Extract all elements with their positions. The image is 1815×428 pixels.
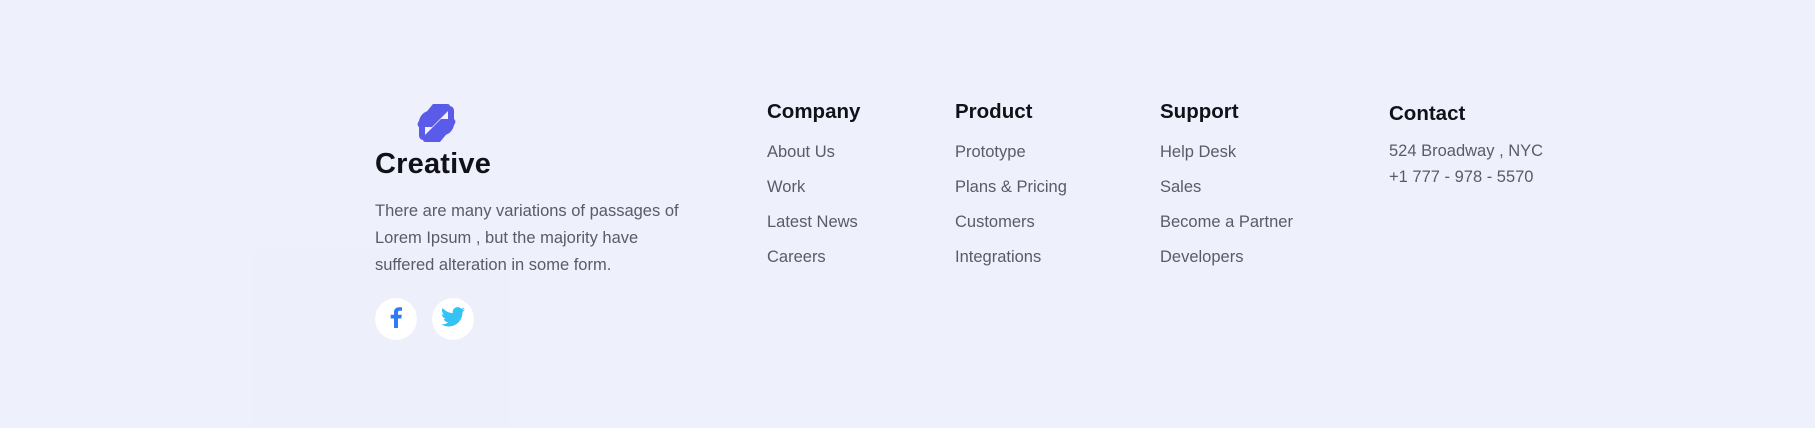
support-link-help-desk[interactable]: Help Desk: [1160, 142, 1293, 177]
contact-column: Contact 524 Broadway , NYC +1 777 - 978 …: [1389, 102, 1543, 190]
support-column: Support Help Desk Sales Become a Partner…: [1160, 100, 1293, 282]
contact-phone[interactable]: +1 777 - 978 - 5570: [1389, 164, 1543, 190]
company-link-about-us[interactable]: About Us: [767, 142, 860, 177]
company-link-latest-news[interactable]: Latest News: [767, 212, 860, 247]
support-link-sales[interactable]: Sales: [1160, 177, 1293, 212]
brand-description: There are many variations of passages of…: [375, 202, 679, 274]
product-link-customers[interactable]: Customers: [955, 212, 1067, 247]
product-column: Product Prototype Plans & Pricing Custom…: [955, 100, 1067, 282]
company-link-work[interactable]: Work: [767, 177, 860, 212]
product-link-plans-pricing[interactable]: Plans & Pricing: [955, 177, 1067, 212]
brand-logo-icon[interactable]: [407, 98, 467, 146]
company-heading: Company: [767, 100, 861, 123]
product-link-integrations[interactable]: Integrations: [955, 247, 1067, 282]
facebook-button[interactable]: [375, 298, 417, 340]
company-column: Company About Us Work Latest News Career…: [767, 100, 860, 282]
contact-address: 524 Broadway , NYC: [1389, 142, 1544, 160]
support-link-developers[interactable]: Developers: [1160, 247, 1293, 282]
support-heading: Support: [1160, 100, 1239, 123]
twitter-icon: [441, 306, 465, 332]
contact-heading: Contact: [1389, 102, 1466, 125]
product-link-prototype[interactable]: Prototype: [955, 142, 1067, 177]
support-link-become-partner[interactable]: Become a Partner: [1160, 212, 1293, 247]
product-heading: Product: [955, 100, 1033, 123]
twitter-button[interactable]: [432, 298, 474, 340]
brand-name: Creative: [375, 148, 492, 180]
company-link-careers[interactable]: Careers: [767, 247, 860, 282]
facebook-icon: [389, 306, 403, 333]
social-links: [375, 298, 474, 340]
